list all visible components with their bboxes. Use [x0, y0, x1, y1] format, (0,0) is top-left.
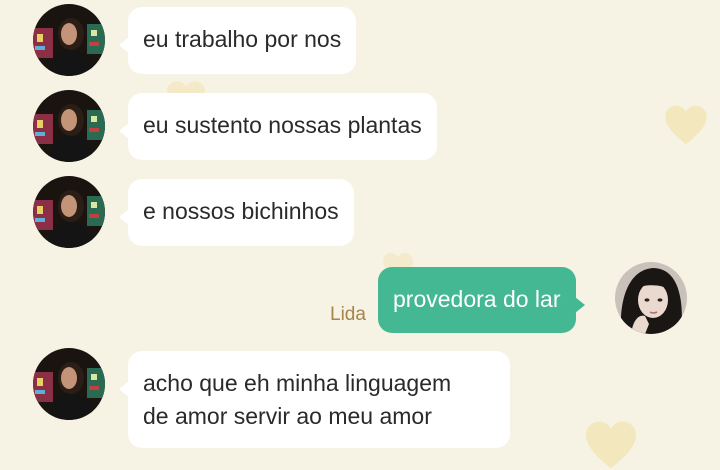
message-text: provedora do lar [393, 286, 561, 312]
message-bubble[interactable]: eu sustento nossas plantas [119, 93, 437, 160]
message-bubble[interactable]: eu trabalho por nos [118, 7, 357, 74]
message-bubble[interactable]: acho que eh minha linguagem de amor serv… [119, 351, 510, 448]
avatar[interactable] [33, 4, 105, 76]
avatar[interactable] [33, 348, 105, 420]
message-text-line: de amor servir ao meu amor [143, 403, 432, 429]
message-bubble[interactable]: e nossos bichinhos [119, 179, 354, 246]
chat-thread: eu trabalho por nos eu sustento nossas p… [0, 0, 720, 470]
heart-icon [664, 104, 708, 146]
heart-icon [582, 420, 640, 470]
message-text: eu sustento nossas plantas [143, 112, 422, 138]
avatar[interactable] [33, 176, 105, 248]
avatar[interactable] [615, 262, 687, 334]
avatar[interactable] [33, 90, 105, 162]
message-bubble[interactable]: provedora do lar [378, 267, 584, 333]
message-text: eu trabalho por nos [143, 26, 342, 52]
message-text: e nossos bichinhos [143, 198, 339, 224]
sender-name: Lida [330, 304, 366, 325]
message-text-line: acho que eh minha linguagem [143, 370, 452, 396]
